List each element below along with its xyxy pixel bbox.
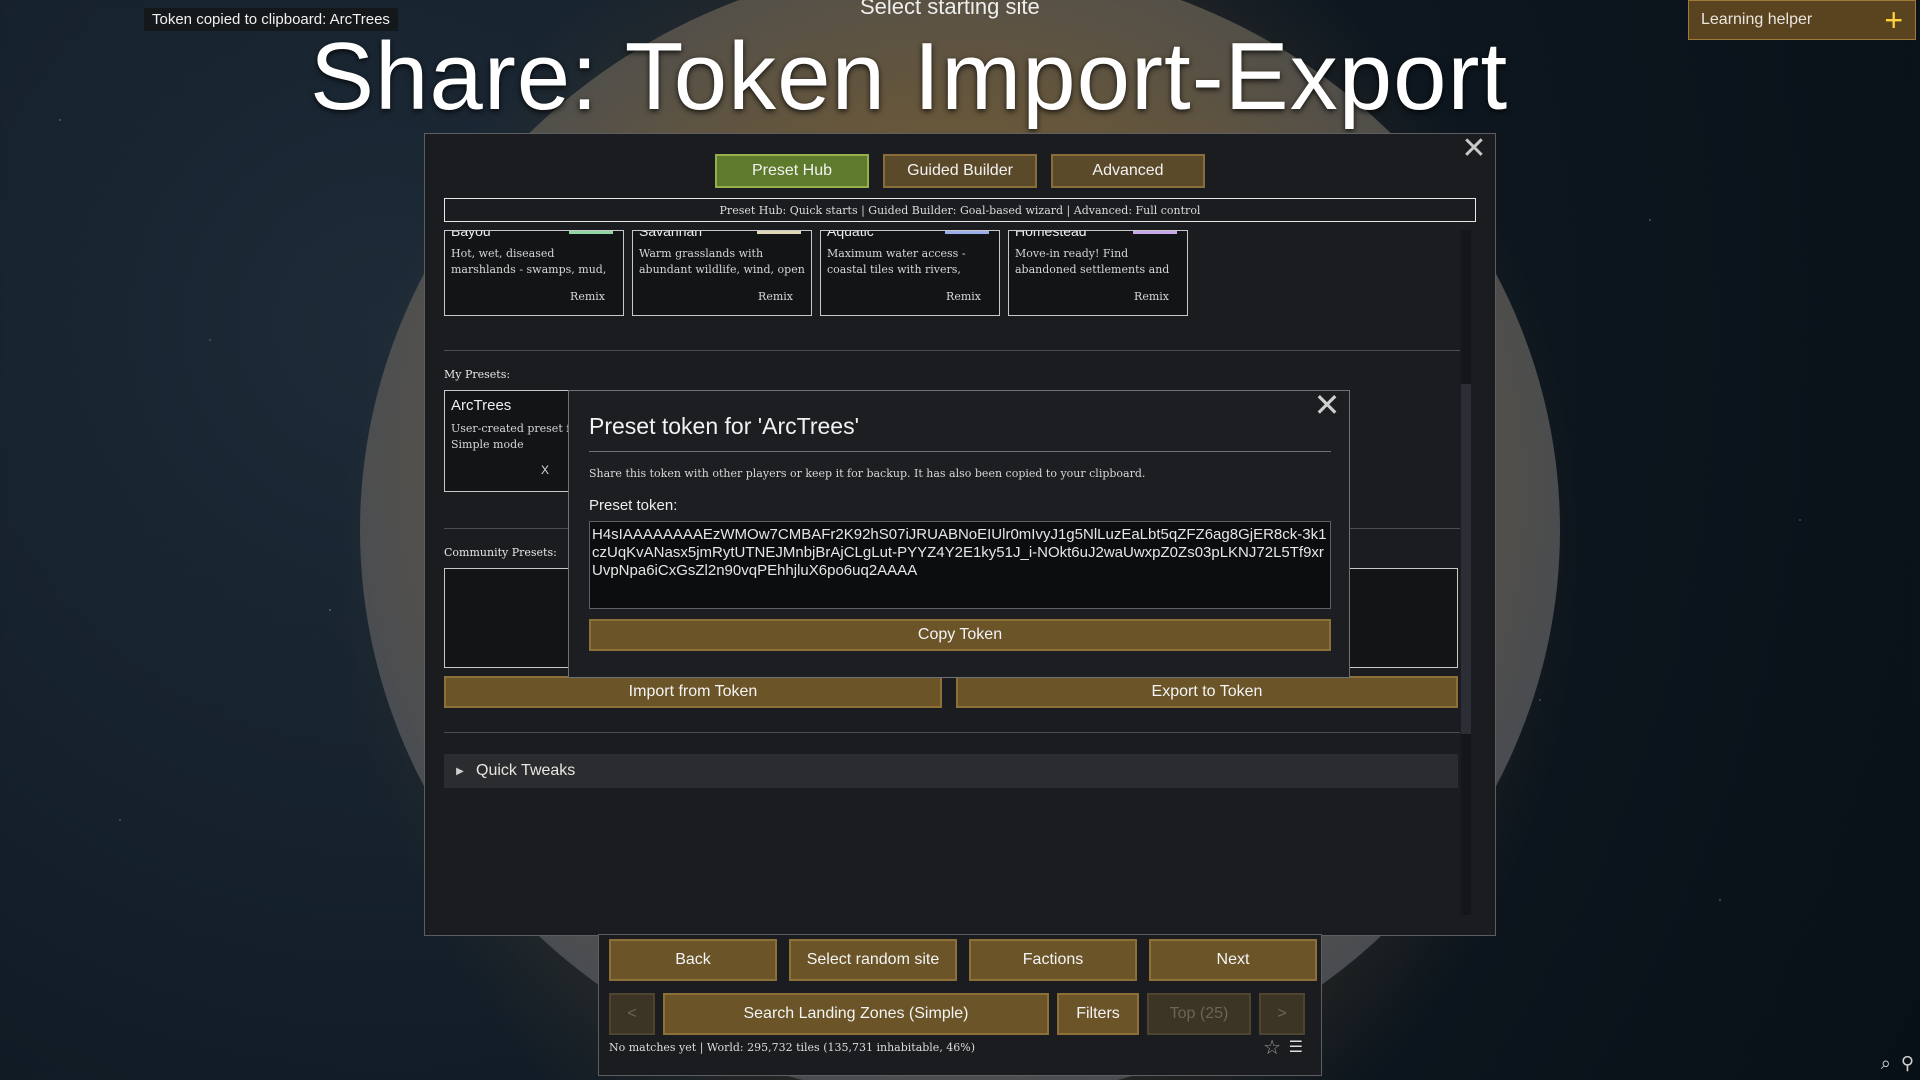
preset-card-aquatic[interactable]: Aquatic Maximum water access - coastal t… xyxy=(820,230,1000,316)
next-page-button[interactable]: > xyxy=(1259,993,1305,1035)
learning-helper-label: Learning helper xyxy=(1701,11,1813,28)
tab-preset-hub[interactable]: Preset Hub xyxy=(715,154,869,188)
token-label: Preset token: xyxy=(589,497,678,514)
select-random-site-button[interactable]: Select random site xyxy=(789,939,957,981)
dialog-title: Preset token for 'ArcTrees' xyxy=(589,413,859,439)
preset-cards: Bayou Hot, wet, diseased marshlands - sw… xyxy=(444,230,1188,316)
preset-name: ArcTrees xyxy=(451,397,512,414)
preset-color-swatch xyxy=(945,231,989,234)
plus-icon: + xyxy=(1884,2,1903,38)
divider xyxy=(444,350,1460,351)
token-textarea[interactable]: H4sIAAAAAAAAEzWMOw7CMBAFr2K92hS07iJRUABN… xyxy=(589,521,1331,609)
bottom-panel: Back Select random site Factions Next < … xyxy=(598,934,1322,1076)
tab-guided-builder[interactable]: Guided Builder xyxy=(883,154,1037,188)
preset-name: Homestead xyxy=(1015,230,1087,239)
dialog-note: Share this token with other players or k… xyxy=(589,467,1146,480)
close-icon[interactable]: ✕ xyxy=(1313,389,1341,421)
preset-description: User-created preset fr Simple mode xyxy=(451,421,571,453)
preset-description-line: Simple mode xyxy=(451,438,524,451)
top-results-button[interactable]: Top (25) xyxy=(1147,993,1251,1035)
chevron-right-icon: ▶ xyxy=(456,765,464,777)
preset-name: Savannah xyxy=(639,230,703,239)
preset-card-savannah[interactable]: Savannah Warm grasslands with abundant w… xyxy=(632,230,812,316)
back-button[interactable]: Back xyxy=(609,939,777,981)
preset-description-line: User-created preset fr xyxy=(451,422,571,435)
scrollbar-thumb[interactable] xyxy=(1461,384,1471,734)
divider xyxy=(444,732,1460,733)
search-status: No matches yet | World: 295,732 tiles (1… xyxy=(609,1041,976,1054)
filters-button[interactable]: Filters xyxy=(1057,993,1139,1035)
token-dialog: ✕ Preset token for 'ArcTrees' Share this… xyxy=(568,389,1350,678)
tab-advanced[interactable]: Advanced xyxy=(1051,154,1205,188)
preset-card-homestead[interactable]: Homestead Move-in ready! Find abandoned … xyxy=(1008,230,1188,316)
overlay-title: Share: Token Import-Export xyxy=(310,23,1509,130)
nav-buttons: Back Select random site Factions Next xyxy=(609,939,1317,981)
import-from-token-button[interactable]: Import from Token xyxy=(444,676,942,708)
preset-name: Bayou xyxy=(451,230,491,239)
star-icon[interactable]: ☆ xyxy=(1263,1035,1281,1060)
quick-tweaks-label: Quick Tweaks xyxy=(476,762,576,779)
delete-preset-button[interactable]: X xyxy=(541,463,549,477)
copy-token-button[interactable]: Copy Token xyxy=(589,619,1331,651)
preset-description: Hot, wet, diseased marshlands - swamps, … xyxy=(451,247,607,276)
quick-tweaks-section[interactable]: ▶ Quick Tweaks xyxy=(444,754,1458,788)
preset-description: Maximum water access - coastal tiles wit… xyxy=(827,247,966,276)
divider xyxy=(589,451,1331,452)
map-marker-icon[interactable]: ⚲ xyxy=(1901,1053,1914,1074)
tab-bar: Preset Hub Guided Builder Advanced xyxy=(715,154,1205,188)
next-button[interactable]: Next xyxy=(1149,939,1317,981)
preset-description: Move-in ready! Find abandoned settlement… xyxy=(1015,247,1170,276)
search-landing-zones-button[interactable]: Search Landing Zones (Simple) xyxy=(663,993,1049,1035)
learning-helper-button[interactable]: Learning helper + xyxy=(1688,0,1916,40)
my-presets-label: My Presets: xyxy=(444,368,511,381)
map-controls: ⌕ ⚲ xyxy=(1881,1053,1914,1074)
prev-page-button[interactable]: < xyxy=(609,993,655,1035)
preset-card-bayou[interactable]: Bayou Hot, wet, diseased marshlands - sw… xyxy=(444,230,624,316)
search-icon[interactable]: ⌕ xyxy=(1881,1053,1891,1074)
preset-color-swatch xyxy=(569,231,613,234)
remix-link[interactable]: Remix xyxy=(946,290,981,303)
map-title: Select starting site xyxy=(860,0,1040,19)
menu-icon[interactable]: ☰ xyxy=(1289,1037,1303,1057)
remix-link[interactable]: Remix xyxy=(570,290,605,303)
export-to-token-button[interactable]: Export to Token xyxy=(956,676,1458,708)
community-presets-label: Community Presets: xyxy=(444,546,557,559)
close-icon[interactable]: ✕ xyxy=(1461,134,1487,164)
preset-description: Warm grasslands with abundant wildlife, … xyxy=(639,247,805,276)
preset-color-swatch xyxy=(757,231,801,234)
tab-hint: Preset Hub: Quick starts | Guided Builde… xyxy=(444,198,1476,222)
remix-link[interactable]: Remix xyxy=(1134,290,1169,303)
factions-button[interactable]: Factions xyxy=(969,939,1137,981)
preset-color-swatch xyxy=(1133,231,1177,234)
search-buttons: < Search Landing Zones (Simple) Filters … xyxy=(609,993,1305,1035)
remix-link[interactable]: Remix xyxy=(758,290,793,303)
preset-name: Aquatic xyxy=(827,230,874,239)
